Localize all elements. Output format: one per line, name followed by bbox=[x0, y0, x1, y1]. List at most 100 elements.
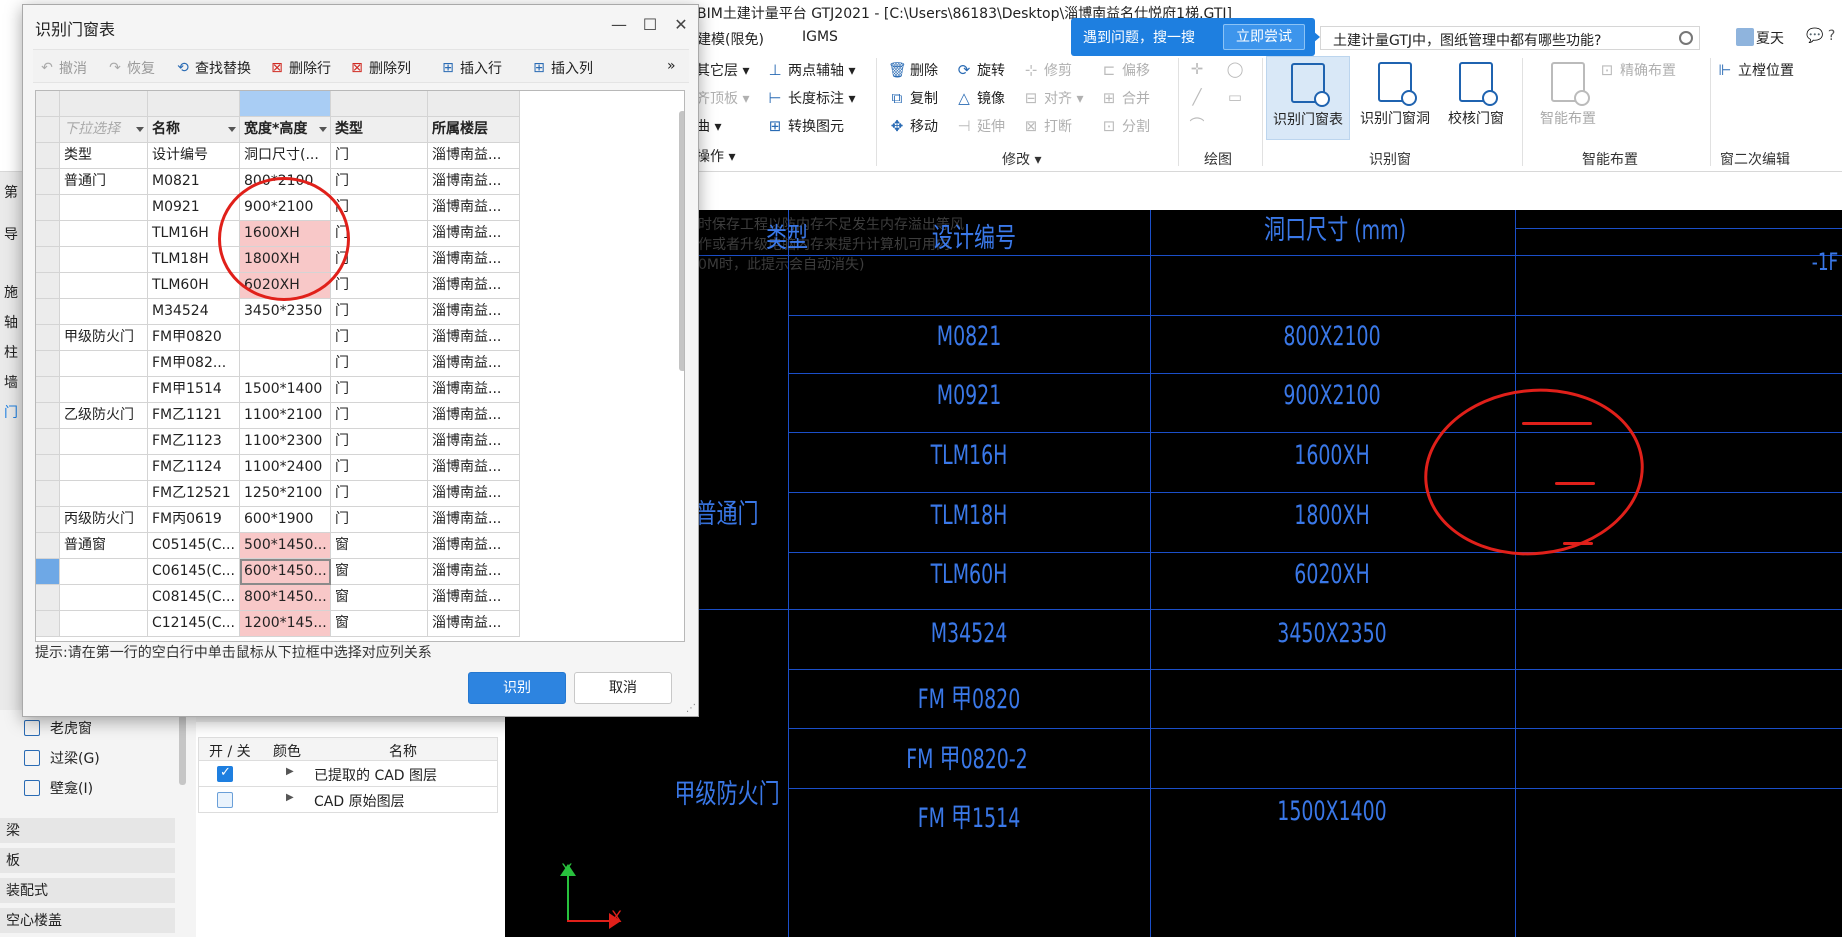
delete-column-button[interactable]: ⊠ 删除列 bbox=[349, 58, 411, 78]
tree-item-niche[interactable]: 壁龛(I) bbox=[24, 776, 93, 800]
table-cell[interactable]: 淄博南益... bbox=[428, 377, 520, 403]
table-cell[interactable]: C08145(C... bbox=[148, 585, 240, 611]
row-header[interactable] bbox=[36, 325, 60, 351]
row-header[interactable] bbox=[36, 533, 60, 559]
table-cell[interactable] bbox=[60, 195, 148, 221]
recognize-button[interactable]: 识别 bbox=[468, 672, 566, 704]
table-cell[interactable] bbox=[240, 325, 331, 351]
layer-checkbox[interactable] bbox=[217, 792, 233, 808]
cad-drawing-canvas[interactable]: 时保存工程以防内存不足发生内存溢出等风 作或者升级电脑内存来提升计算机可用内 0… bbox=[505, 172, 1842, 937]
tree-scrollbar[interactable] bbox=[179, 715, 186, 785]
table-cell[interactable]: 门 bbox=[331, 273, 428, 299]
draw-arc-icon[interactable]: ⌒ bbox=[1188, 116, 1206, 134]
modify-group-label[interactable]: 修改 ▾ bbox=[1002, 149, 1041, 169]
table-cell[interactable]: 窗 bbox=[331, 533, 428, 559]
table-cell[interactable]: 600*1900 bbox=[240, 507, 331, 533]
table-cell[interactable]: FM乙1121 bbox=[148, 403, 240, 429]
grid-scrollbar[interactable] bbox=[679, 111, 684, 371]
table-cell[interactable]: 淄博南益... bbox=[428, 507, 520, 533]
table-cell[interactable]: 淄博南益... bbox=[428, 611, 520, 637]
table-cell[interactable]: 淄博南益... bbox=[428, 325, 520, 351]
table-cell[interactable]: 设计编号 bbox=[148, 143, 240, 169]
recognize-window-opening-button[interactable]: 识别门窗洞 bbox=[1353, 56, 1437, 140]
table-cell[interactable]: 甲级防火门 bbox=[60, 325, 148, 351]
table-cell[interactable]: 淄博南益... bbox=[428, 195, 520, 221]
draw-circle-icon[interactable]: ◯ bbox=[1226, 60, 1244, 78]
expand-arrow-icon[interactable]: ▶ bbox=[286, 792, 294, 803]
table-cell[interactable]: C06145(C... bbox=[148, 559, 240, 585]
table-cell[interactable]: TLM60H bbox=[148, 273, 240, 299]
table-cell[interactable]: 淄博南益... bbox=[428, 481, 520, 507]
category-hollow-floor[interactable]: 空心楼盖 bbox=[0, 908, 175, 934]
search-icon[interactable] bbox=[1679, 31, 1693, 45]
table-cell[interactable]: 丙级防火门 bbox=[60, 507, 148, 533]
table-cell[interactable]: 淄博南益... bbox=[428, 403, 520, 429]
undo-button[interactable]: ↶ 撤消 bbox=[39, 58, 87, 78]
table-cell[interactable]: 1100*2100 bbox=[240, 403, 331, 429]
table-cell[interactable]: 门 bbox=[331, 429, 428, 455]
row-header[interactable] bbox=[36, 299, 60, 325]
user-name[interactable]: 夏天 bbox=[1756, 28, 1784, 48]
column-type-select[interactable]: 宽度*高度 bbox=[240, 117, 331, 143]
table-cell[interactable]: 淄博南益... bbox=[428, 169, 520, 195]
convert-element-button[interactable]: ⊞ 转换图元 bbox=[766, 116, 844, 136]
table-cell[interactable]: FM甲082... bbox=[148, 351, 240, 377]
redo-button[interactable]: ↷ 恢复 bbox=[107, 58, 155, 78]
layer-checkbox[interactable] bbox=[217, 765, 233, 782]
table-cell[interactable]: 窗 bbox=[331, 611, 428, 637]
table-cell[interactable] bbox=[60, 481, 148, 507]
row-header[interactable] bbox=[36, 117, 60, 143]
insert-row-button[interactable]: ⊞ 插入行 bbox=[440, 58, 502, 78]
table-cell[interactable] bbox=[60, 559, 148, 585]
table-cell[interactable]: 门 bbox=[331, 351, 428, 377]
table-cell[interactable] bbox=[60, 247, 148, 273]
table-cell[interactable]: 乙级防火门 bbox=[60, 403, 148, 429]
table-cell[interactable]: 淄博南益... bbox=[428, 143, 520, 169]
row-header[interactable] bbox=[36, 455, 60, 481]
move-button[interactable]: ✥ 移动 bbox=[888, 116, 938, 136]
table-cell[interactable]: FM乙1124 bbox=[148, 455, 240, 481]
resize-grip-icon[interactable]: ⋰ bbox=[686, 703, 696, 714]
row-header[interactable] bbox=[36, 559, 60, 585]
table-cell[interactable]: 门 bbox=[331, 143, 428, 169]
tree-item-lintel[interactable]: 过梁(G) bbox=[24, 746, 100, 770]
row-header[interactable] bbox=[36, 377, 60, 403]
extend-button[interactable]: ⊣ 延伸 bbox=[955, 116, 1005, 136]
table-cell[interactable]: 800*1450... bbox=[240, 585, 331, 611]
table-cell[interactable]: 窗 bbox=[331, 559, 428, 585]
table-cell[interactable] bbox=[60, 611, 148, 637]
help-icon[interactable]: 💬 ? bbox=[1806, 28, 1835, 44]
table-cell[interactable]: 门 bbox=[331, 507, 428, 533]
table-cell[interactable] bbox=[60, 273, 148, 299]
row-header[interactable] bbox=[36, 611, 60, 637]
table-cell[interactable]: FM丙0619 bbox=[148, 507, 240, 533]
table-cell[interactable]: 1500*1400 bbox=[240, 377, 331, 403]
table-cell[interactable]: FM甲0820 bbox=[148, 325, 240, 351]
table-cell[interactable]: 淄博南益... bbox=[428, 273, 520, 299]
draw-rect-icon[interactable]: ▭ bbox=[1226, 88, 1244, 106]
table-cell[interactable]: 淄博南益... bbox=[428, 247, 520, 273]
row-header[interactable] bbox=[36, 507, 60, 533]
row-header[interactable] bbox=[36, 195, 60, 221]
table-cell[interactable] bbox=[60, 221, 148, 247]
draw-point-icon[interactable]: ✛ bbox=[1188, 60, 1206, 78]
table-cell[interactable]: 普通窗 bbox=[60, 533, 148, 559]
table-cell[interactable]: 淄博南益... bbox=[428, 351, 520, 377]
toolbar-overflow-icon[interactable]: » bbox=[667, 58, 676, 74]
category-beam[interactable]: 梁 bbox=[0, 818, 175, 844]
table-cell[interactable] bbox=[60, 585, 148, 611]
table-cell[interactable]: 淄博南益... bbox=[428, 559, 520, 585]
column-selector[interactable] bbox=[240, 91, 331, 117]
table-cell[interactable]: C12145(C... bbox=[148, 611, 240, 637]
ribbon-flush-slab[interactable]: 齐顶板 ▾ bbox=[696, 88, 749, 108]
table-cell[interactable] bbox=[60, 351, 148, 377]
minimize-icon[interactable]: — bbox=[606, 14, 632, 36]
menu-igms[interactable]: IGMS bbox=[802, 29, 838, 45]
table-cell[interactable]: 淄博南益... bbox=[428, 429, 520, 455]
table-cell[interactable]: FM乙12521 bbox=[148, 481, 240, 507]
frame-position-button[interactable]: ⊩ 立樘位置 bbox=[1716, 60, 1794, 80]
table-cell[interactable]: 门 bbox=[331, 325, 428, 351]
table-cell[interactable]: 1100*2400 bbox=[240, 455, 331, 481]
close-icon[interactable]: ✕ bbox=[668, 14, 694, 36]
ribbon-other-layer[interactable]: 其它层 ▾ bbox=[696, 60, 749, 80]
